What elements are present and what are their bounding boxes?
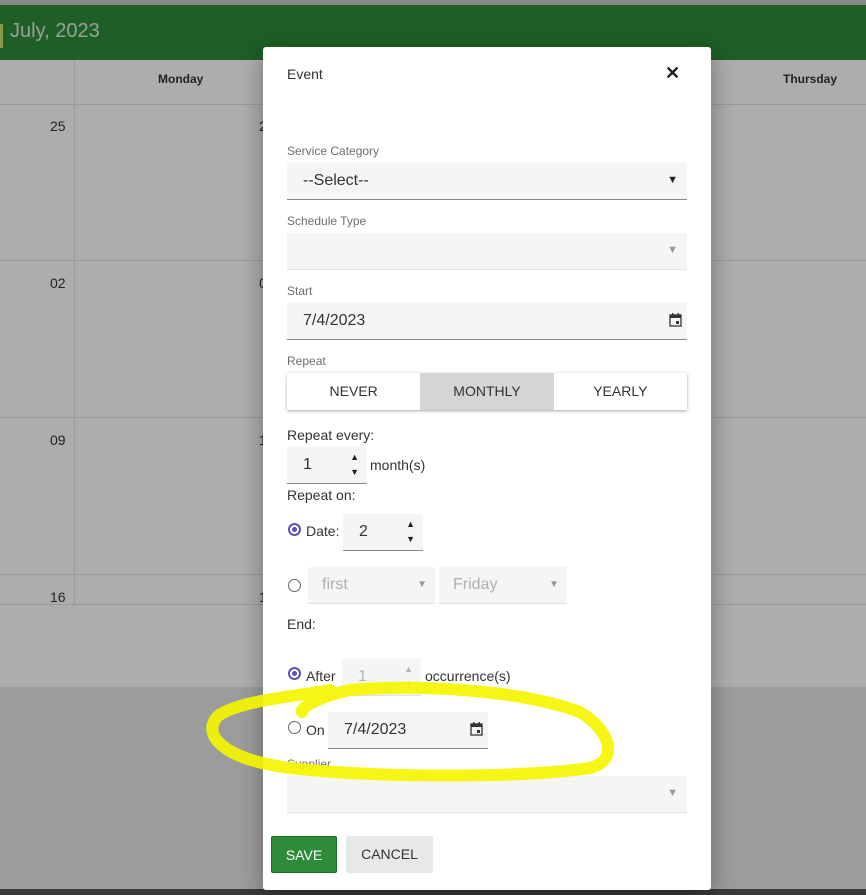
increment-icon[interactable]: ▲ bbox=[350, 453, 359, 462]
repeat-label: Repeat bbox=[287, 354, 326, 368]
repeat-every-label: Repeat every: bbox=[287, 427, 375, 443]
week-ordinal-value: first bbox=[322, 576, 348, 593]
supplier-label: Supplier bbox=[287, 757, 332, 771]
decrement-icon[interactable]: ▼ bbox=[406, 535, 415, 544]
end-on-date-input[interactable]: 7/4/2023 bbox=[328, 712, 488, 749]
end-on-label: On bbox=[306, 722, 325, 738]
start-label: Start bbox=[287, 284, 313, 298]
calendar-icon[interactable] bbox=[470, 722, 483, 736]
repeat-on-label: Repeat on: bbox=[287, 487, 356, 503]
close-icon[interactable]: ✕ bbox=[665, 64, 680, 82]
caret-down-icon: ▼ bbox=[667, 244, 678, 256]
cancel-button[interactable]: CANCEL bbox=[346, 836, 433, 873]
supplier-select[interactable]: ▼ bbox=[287, 776, 687, 813]
repeat-every-unit: month(s) bbox=[370, 457, 426, 473]
start-date-input[interactable]: 7/4/2023 bbox=[287, 303, 687, 340]
repeat-every-stepper[interactable]: 1 ▲ ▼ bbox=[287, 447, 367, 484]
repeat-every-value: 1 bbox=[303, 456, 312, 473]
increment-icon[interactable]: ▲ bbox=[406, 520, 415, 529]
schedule-type-select[interactable]: ▼ bbox=[287, 233, 687, 270]
calendar-icon[interactable] bbox=[669, 313, 682, 327]
caret-down-icon: ▼ bbox=[417, 579, 427, 590]
repeat-never-button[interactable]: NEVER bbox=[287, 373, 420, 410]
repeat-button-group: NEVER MONTHLY YEARLY bbox=[287, 373, 687, 410]
repeat-on-day-radio[interactable] bbox=[288, 579, 301, 592]
caret-down-icon: ▼ bbox=[667, 174, 678, 186]
week-ordinal-select[interactable]: first ▼ bbox=[308, 567, 435, 604]
save-button[interactable]: SAVE bbox=[271, 836, 337, 873]
dialog-title: Event bbox=[287, 66, 323, 82]
end-on-date-value: 7/4/2023 bbox=[344, 721, 407, 738]
caret-down-icon: ▼ bbox=[549, 579, 559, 590]
decrement-icon[interactable]: ▼ bbox=[350, 468, 359, 477]
occurrence-unit: occurrence(s) bbox=[425, 668, 511, 684]
repeat-on-date-value: 2 bbox=[359, 523, 368, 540]
end-after-radio[interactable] bbox=[288, 667, 301, 680]
start-date-value: 7/4/2023 bbox=[303, 312, 366, 329]
increment-icon[interactable]: ▲ bbox=[404, 665, 413, 674]
repeat-yearly-button[interactable]: YEARLY bbox=[554, 373, 687, 410]
weekday-value: Friday bbox=[453, 576, 498, 593]
schedule-type-label: Schedule Type bbox=[287, 214, 367, 228]
service-category-value: --Select-- bbox=[303, 172, 369, 189]
service-category-select[interactable]: --Select-- ▼ bbox=[287, 163, 687, 200]
repeat-on-date-radio[interactable] bbox=[288, 523, 301, 536]
weekday-select[interactable]: Friday ▼ bbox=[439, 567, 567, 604]
repeat-on-date-label: Date: bbox=[306, 523, 340, 539]
decrement-icon[interactable]: ▼ bbox=[404, 680, 413, 689]
repeat-on-date-stepper[interactable]: 2 ▲ ▼ bbox=[343, 514, 423, 551]
repeat-monthly-button[interactable]: MONTHLY bbox=[420, 373, 554, 410]
occurrence-stepper[interactable]: 1 ▲ ▼ bbox=[342, 659, 421, 696]
service-category-label: Service Category bbox=[287, 144, 380, 158]
event-dialog: Event ✕ Service Category --Select-- ▼ Sc… bbox=[263, 47, 711, 890]
end-on-radio[interactable] bbox=[288, 721, 301, 734]
caret-down-icon: ▼ bbox=[667, 787, 678, 799]
end-label: End: bbox=[287, 616, 316, 632]
end-after-label: After bbox=[306, 668, 336, 684]
occurrence-value: 1 bbox=[358, 668, 367, 685]
